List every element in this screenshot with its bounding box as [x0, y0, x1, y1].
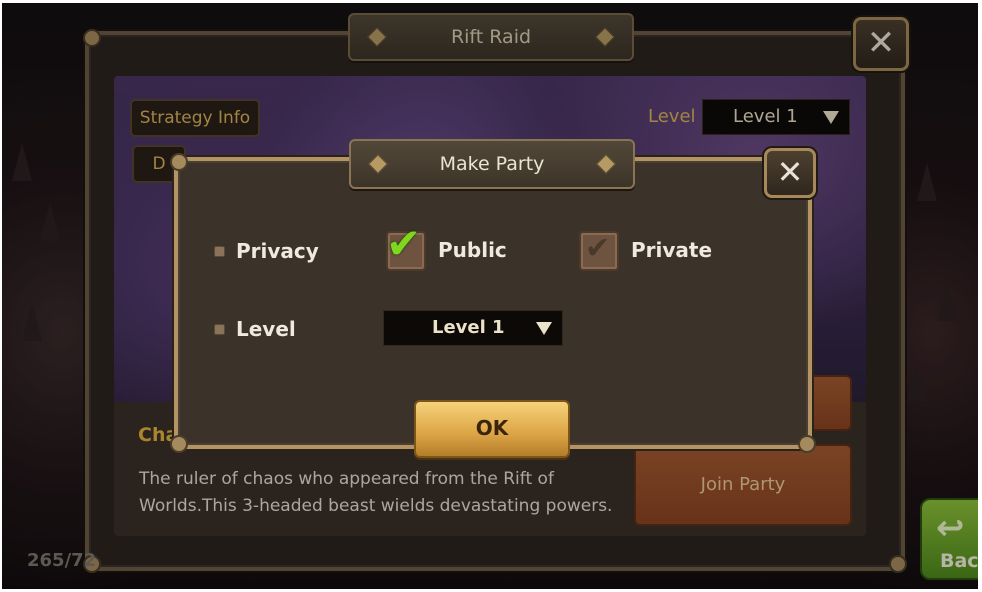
privacy-label: Privacy [236, 239, 319, 263]
public-checkbox[interactable]: ✔ [386, 219, 426, 271]
dialog-close-button[interactable]: ✕ [764, 148, 816, 198]
corner-ornament [170, 435, 188, 453]
party-level-select[interactable]: Level 1 [383, 310, 563, 346]
checkmark-icon: ✔ [585, 231, 611, 266]
game-scene: Rift Raid ✕ Strategy Info D Level Level … [2, 3, 978, 589]
chevron-down-icon [536, 322, 552, 335]
checkmark-icon: ✔ [386, 219, 422, 268]
private-option-label[interactable]: Private [631, 238, 712, 262]
party-level-value: Level 1 [432, 317, 505, 338]
private-checkbox[interactable]: ✔ [579, 231, 619, 271]
public-option-label[interactable]: Public [438, 238, 507, 262]
corner-ornament [798, 435, 816, 453]
dialog-title: Make Party [439, 153, 545, 175]
ok-button[interactable]: OK [414, 400, 570, 458]
bullet-icon [214, 324, 225, 335]
close-icon: ✕ [776, 153, 804, 191]
bullet-icon [214, 246, 225, 257]
level-label: Level [236, 317, 296, 341]
corner-ornament [170, 153, 188, 171]
dialog-title-tab: Make Party [349, 139, 635, 189]
